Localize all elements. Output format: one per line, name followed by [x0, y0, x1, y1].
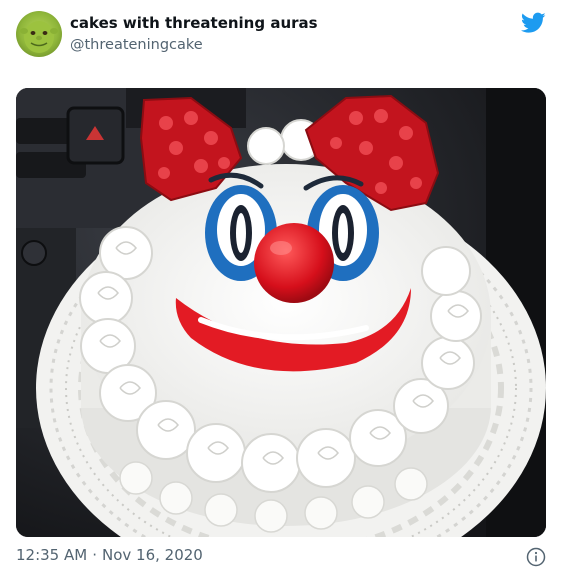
user-handle[interactable]: @threateningcake [70, 36, 318, 55]
tweet-time: 12:35 AM [16, 546, 88, 564]
profile-avatar[interactable] [16, 11, 62, 57]
shrek-avatar-icon [20, 21, 58, 53]
tweet-photo[interactable] [16, 88, 546, 537]
author-names: cakes with threatening auras @threatenin… [70, 14, 318, 55]
display-name[interactable]: cakes with threatening auras [70, 14, 318, 33]
timestamp-separator: · [92, 546, 97, 564]
info-icon[interactable] [526, 547, 546, 567]
tweet-date: Nov 16, 2020 [101, 546, 203, 564]
tweet-footer: 12:35 AM · Nov 16, 2020 [16, 545, 546, 569]
tweet-header: cakes with threatening auras @threatenin… [16, 9, 546, 65]
clown-cake-photo [16, 88, 546, 537]
twitter-bird-icon[interactable] [521, 12, 546, 34]
tweet-card: cakes with threatening auras @threatenin… [0, 0, 561, 577]
tweet-timestamp[interactable]: 12:35 AM · Nov 16, 2020 [16, 546, 203, 564]
